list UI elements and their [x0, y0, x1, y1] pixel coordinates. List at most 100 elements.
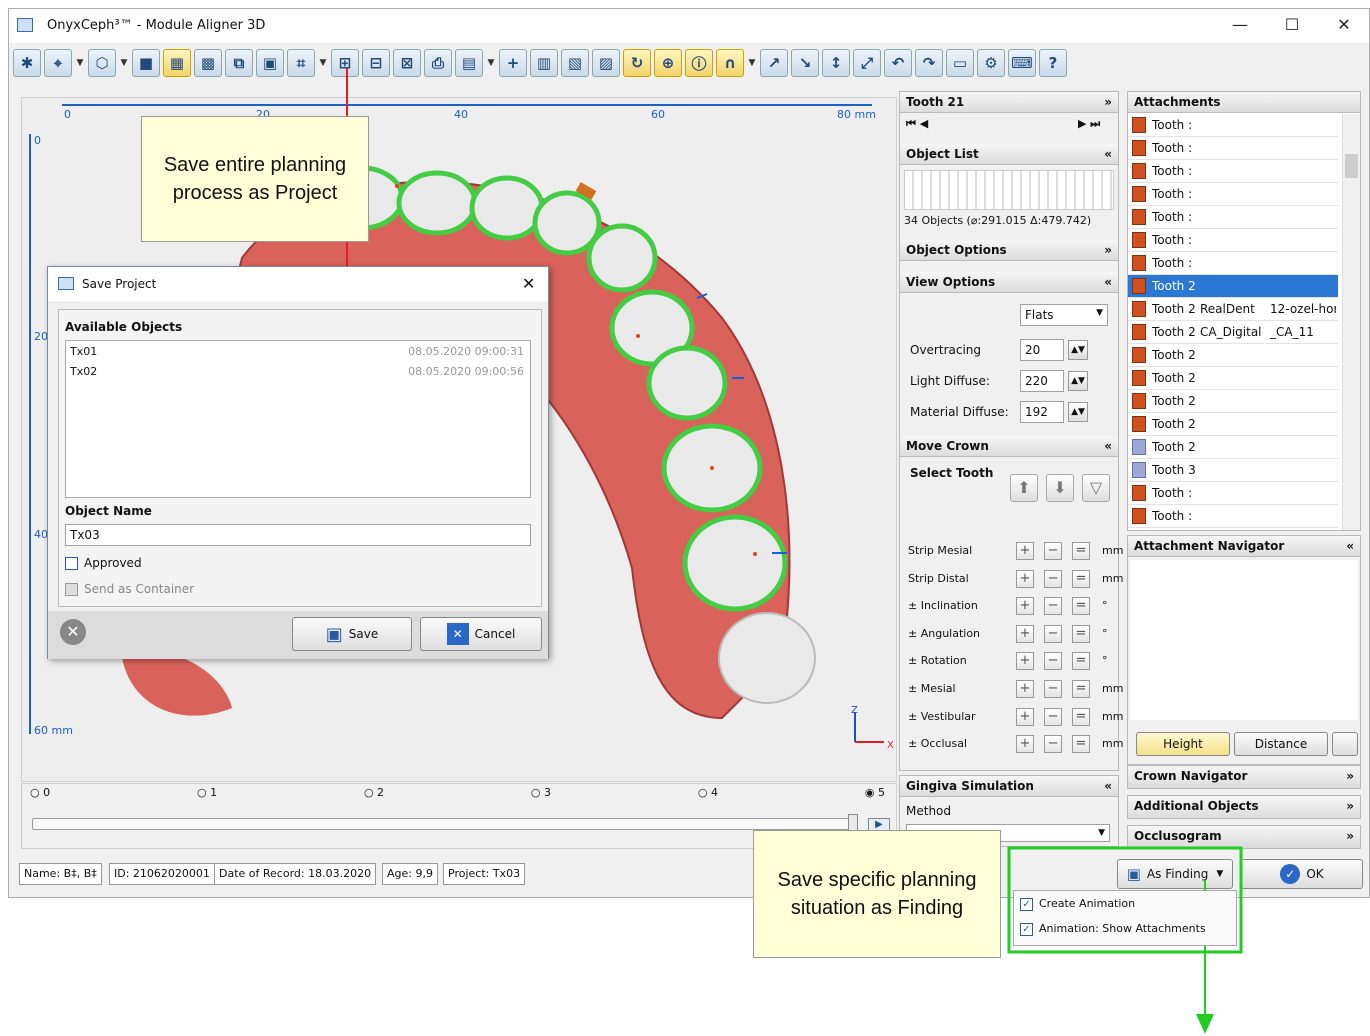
plus-icon[interactable]: +: [1016, 624, 1034, 643]
reset-icon[interactable]: =: [1072, 597, 1090, 616]
folder-a-icon[interactable]: ⊞: [331, 49, 359, 77]
tooth-nav-next[interactable]: ▶ ⏭: [1078, 117, 1100, 131]
minus-icon[interactable]: −: [1044, 707, 1062, 726]
plus-icon[interactable]: +: [1016, 735, 1034, 754]
minus-icon[interactable]: −: [1044, 542, 1062, 560]
attachment-row[interactable]: Tooth 2: [1128, 275, 1338, 298]
light-diffuse-spinner[interactable]: ▲▼: [1068, 371, 1088, 391]
expand-icon[interactable]: »: [1346, 829, 1354, 845]
plus-icon[interactable]: +: [1016, 680, 1034, 698]
keyboard-icon[interactable]: ⌨: [1008, 49, 1036, 77]
attachments-scrollbar[interactable]: [1342, 114, 1360, 530]
navigator-canvas[interactable]: [1130, 560, 1358, 720]
settings-icon[interactable]: ⚙: [977, 49, 1005, 77]
single-view-icon[interactable]: ■: [132, 49, 160, 77]
tooth-info-icon[interactable]: ⓘ: [685, 49, 713, 77]
collapse-icon[interactable]: «: [1104, 147, 1112, 161]
stage-radio[interactable]: ○ 1: [197, 786, 217, 808]
occlusogram-header[interactable]: Occlusogram »: [1127, 825, 1361, 849]
gingiva-header[interactable]: Gingiva Simulation «: [900, 776, 1118, 797]
attachment-row[interactable]: Tooth 2: [1128, 413, 1338, 436]
attachment-row[interactable]: Tooth 3: [1128, 459, 1338, 482]
object-row[interactable]: Tx01 08.05.2020 09:00:31: [68, 343, 526, 363]
undo-icon[interactable]: ↶: [884, 49, 912, 77]
plus-icon[interactable]: +: [1016, 597, 1034, 616]
crosshair-icon[interactable]: ⌖: [44, 49, 72, 77]
overtracing-field[interactable]: 20: [1020, 339, 1064, 361]
attachment-row[interactable]: Tooth 2: [1128, 390, 1338, 413]
reset-icon[interactable]: =: [1072, 542, 1090, 560]
attachment-row[interactable]: Tooth 2 CA_Digital _CA_11: [1128, 321, 1338, 344]
material-diffuse-spinner[interactable]: ▲▼: [1068, 402, 1088, 422]
save-project-icon[interactable]: ▣: [256, 49, 284, 77]
cancel-button[interactable]: ✕ Cancel: [420, 617, 542, 651]
attachment-row[interactable]: Tooth :: [1128, 183, 1338, 206]
checkbox-checked-icon[interactable]: ✓: [1020, 897, 1033, 911]
more-tab[interactable]: [1332, 732, 1358, 756]
reset-icon[interactable]: =: [1072, 569, 1090, 588]
plus-icon[interactable]: +: [1016, 569, 1034, 588]
minus-icon[interactable]: −: [1044, 735, 1062, 754]
reset-icon[interactable]: =: [1072, 652, 1090, 671]
attachment-row[interactable]: Tooth 2: [1128, 367, 1338, 390]
move-x2-icon[interactable]: ↘: [791, 49, 819, 77]
approved-checkbox[interactable]: Approved: [65, 556, 142, 570]
expand-icon[interactable]: »: [1104, 243, 1112, 257]
scrollbar-thumb[interactable]: [1345, 154, 1358, 178]
attachment-row[interactable]: Tooth :: [1128, 160, 1338, 183]
checkbox-checked-icon[interactable]: ✓: [1020, 922, 1033, 936]
move-x-icon[interactable]: ↗: [760, 49, 788, 77]
attachment-row[interactable]: Tooth :: [1128, 114, 1338, 137]
object-name-field[interactable]: Tx03: [65, 524, 531, 546]
stage-radio[interactable]: ◉ 5: [865, 786, 885, 808]
collapse-icon[interactable]: »: [1104, 95, 1112, 109]
help-icon[interactable]: ?: [1039, 49, 1067, 77]
attachment-row[interactable]: Tooth :: [1128, 137, 1338, 160]
available-objects-list[interactable]: Tx01 08.05.2020 09:00:31 Tx02 08.05.2020 09…: [65, 340, 531, 498]
attachment-row[interactable]: Tooth :: [1128, 229, 1338, 252]
maximize-button[interactable]: ☐: [1277, 15, 1307, 37]
overtracing-spinner[interactable]: ▲▼: [1068, 340, 1088, 360]
minimize-button[interactable]: —: [1225, 15, 1255, 37]
presentation-icon[interactable]: ▭: [946, 49, 974, 77]
chevron-down-icon[interactable]: ▼: [318, 49, 328, 77]
checkbox-icon[interactable]: [65, 557, 78, 570]
reset-icon[interactable]: =: [1072, 624, 1090, 643]
redo-icon[interactable]: ↷: [915, 49, 943, 77]
attachment-row[interactable]: Tooth 2 RealDent 12-ozel-hori: [1128, 298, 1338, 321]
collapse-icon[interactable]: «: [1104, 439, 1112, 453]
move-y-icon[interactable]: ↕: [822, 49, 850, 77]
rotate-icon[interactable]: ↻: [623, 49, 651, 77]
grid-view-icon[interactable]: ▩: [194, 49, 222, 77]
plus-icon[interactable]: +: [1016, 542, 1034, 560]
expand-icon[interactable]: »: [1346, 769, 1354, 785]
collapse-icon[interactable]: «: [1346, 539, 1354, 553]
quad-view-icon[interactable]: ▦: [163, 49, 191, 77]
minus-icon[interactable]: −: [1044, 652, 1062, 671]
folder-d-icon[interactable]: ▧: [561, 49, 589, 77]
arrow-down-icon[interactable]: ⬇: [1046, 474, 1074, 502]
teeth-thumbnail-icon[interactable]: [904, 170, 1114, 210]
crop-icon[interactable]: ⌗: [287, 49, 315, 77]
arch-icon[interactable]: ∩: [716, 49, 744, 77]
as-finding-button[interactable]: ▣ As Finding ▼: [1117, 859, 1233, 889]
stage-slider-track[interactable]: [32, 818, 852, 830]
show-attachments-item[interactable]: ✓ Animation: Show Attachments: [1020, 922, 1206, 936]
open-project-icon[interactable]: ⧉: [225, 49, 253, 77]
attachment-row[interactable]: Tooth :: [1128, 482, 1338, 505]
ok-button[interactable]: ✓ OK: [1241, 859, 1363, 889]
doc-a-icon[interactable]: ▥: [530, 49, 558, 77]
object-options-header[interactable]: Object Options »: [900, 240, 1118, 261]
plus-icon[interactable]: +: [499, 49, 527, 77]
object-list-header[interactable]: Object List «: [900, 144, 1118, 165]
stage-radio[interactable]: ○ 2: [364, 786, 384, 808]
stage-radio[interactable]: ○ 3: [531, 786, 551, 808]
stage-radio[interactable]: ○ 0: [30, 786, 50, 808]
plus-icon[interactable]: +: [1016, 707, 1034, 726]
reset-icon[interactable]: =: [1072, 735, 1090, 754]
view-options-header[interactable]: View Options «: [900, 272, 1118, 293]
save-button[interactable]: ▣ Save: [292, 617, 412, 651]
tooth-nav-prev[interactable]: ⏮ ◀: [906, 117, 928, 131]
attachment-row[interactable]: Tooth :: [1128, 505, 1338, 528]
collapse-icon[interactable]: «: [1104, 779, 1112, 793]
